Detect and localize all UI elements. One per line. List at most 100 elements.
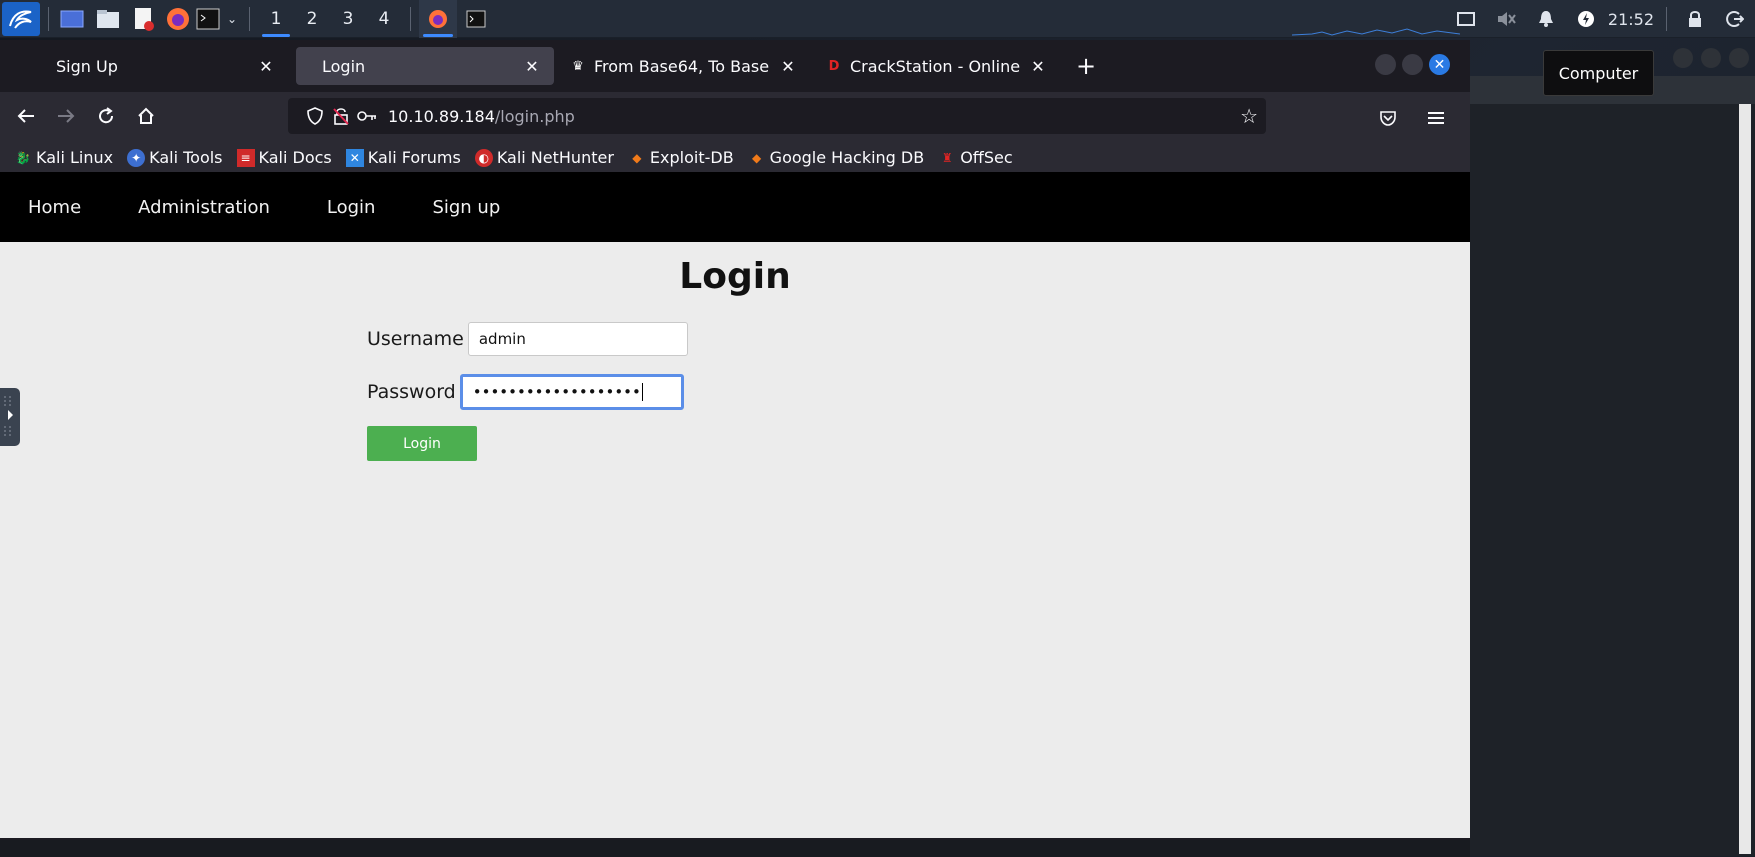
bookmark-kali-docs[interactable]: ≡ Kali Docs — [236, 148, 332, 167]
bookmarks-toolbar: 🐉 Kali Linux ✦ Kali Tools ≡ Kali Docs ✕ Kali… — [0, 140, 1470, 176]
nav-link-sign-up[interactable]: Sign up — [414, 197, 518, 218]
insecure-lock-icon[interactable] — [328, 107, 354, 125]
background-window-controls — [1673, 48, 1749, 68]
display-icon[interactable] — [1446, 12, 1486, 26]
lock-icon[interactable] — [1675, 10, 1715, 28]
minimize-button[interactable] — [1375, 54, 1396, 75]
password-input[interactable]: ••••••••••••••••••• — [459, 374, 684, 410]
scrollbar[interactable] — [1739, 104, 1751, 854]
text-editor-icon[interactable] — [129, 0, 159, 38]
home-button[interactable] — [126, 96, 166, 136]
bookmark-google-hacking-db[interactable]: ◆ Google Hacking DB — [748, 148, 925, 167]
volume-muted-icon[interactable] — [1486, 10, 1526, 28]
bookmark-label: Kali Docs — [258, 148, 332, 167]
kali-menu-icon[interactable] — [2, 1, 40, 36]
close-icon[interactable]: ✕ — [778, 57, 798, 76]
close-icon[interactable]: ✕ — [1028, 57, 1048, 76]
nav-link-login[interactable]: Login — [309, 197, 394, 218]
close-icon[interactable]: ✕ — [522, 57, 542, 76]
bookmark-offsec[interactable]: ♜ OffSec — [938, 148, 1013, 167]
password-value: ••••••••••••••••••• — [472, 383, 641, 401]
hamburger-menu-icon[interactable] — [1416, 98, 1456, 138]
workspace-1[interactable]: 1 — [258, 0, 294, 38]
power-manager-icon[interactable] — [1566, 10, 1606, 28]
logout-icon[interactable] — [1715, 10, 1755, 28]
username-label: Username — [367, 328, 464, 350]
bookmark-kali-forums[interactable]: ✕ Kali Forums — [345, 148, 461, 167]
login-button[interactable]: Login — [367, 426, 477, 461]
tab-title: Sign Up — [56, 56, 118, 76]
chevron-down-icon[interactable]: ⌄ — [223, 0, 241, 38]
url-bar[interactable]: 10.10.89.184/login.php ☆ — [288, 98, 1266, 134]
text-cursor — [641, 383, 643, 401]
bottom-strip — [0, 840, 1470, 857]
kali-docs-icon: ≡ — [236, 148, 255, 167]
taskbar-terminal[interactable] — [457, 0, 495, 38]
bookmark-kali-nethunter[interactable]: ◐ Kali NetHunter — [474, 148, 614, 167]
close-icon[interactable]: ✕ — [256, 57, 276, 76]
show-desktop-icon[interactable] — [57, 0, 87, 38]
tab-title: CrackStation - Online Password — [850, 56, 1020, 76]
new-tab-button[interactable]: + — [1068, 48, 1104, 84]
page-title: Login — [679, 256, 791, 297]
bookmark-label: OffSec — [960, 148, 1013, 167]
maximize-button[interactable] — [1402, 54, 1423, 75]
bookmark-star-icon[interactable]: ☆ — [1240, 104, 1258, 128]
bookmark-label: Kali Tools — [149, 148, 223, 167]
kali-forums-icon: ✕ — [345, 148, 364, 167]
username-input[interactable]: admin — [467, 322, 688, 356]
workspace-3[interactable]: 3 — [330, 0, 366, 38]
firefox-launcher-icon[interactable] — [163, 0, 193, 38]
bookmark-exploit-db[interactable]: ◆ Exploit-DB — [628, 148, 734, 167]
top-panel: ⌄ 1 2 3 4 21:52 — [0, 0, 1755, 38]
bookmark-label: Kali Forums — [367, 148, 461, 167]
tab-sign-up[interactable]: Sign Up ✕ — [30, 47, 288, 85]
side-panel-handle[interactable] — [0, 388, 20, 446]
crackstation-icon: D — [828, 58, 840, 74]
tab-base64[interactable]: ♛ From Base64, To Base64 ✕ — [554, 47, 810, 85]
notification-bell-icon[interactable] — [1526, 10, 1566, 28]
offsec-icon: ♜ — [941, 150, 953, 165]
firefox-icon — [429, 9, 447, 28]
pocket-icon[interactable] — [1368, 98, 1408, 138]
clock[interactable]: 21:52 — [1606, 10, 1666, 29]
terminal-icon — [466, 10, 486, 27]
shield-icon[interactable] — [302, 107, 328, 125]
login-form: Username admin Password ••••••••••••••••… — [367, 320, 688, 461]
url-path: /login.php — [494, 106, 575, 126]
tab-crackstation[interactable]: D CrackStation - Online Password ✕ — [810, 47, 1060, 85]
bookmark-label: Google Hacking DB — [769, 148, 925, 167]
kali-dragon-icon: 🐉 — [15, 150, 31, 165]
network-graph — [1292, 28, 1460, 36]
bookmark-kali-linux[interactable]: 🐉 Kali Linux — [14, 148, 114, 167]
workspace-4[interactable]: 4 — [366, 0, 402, 38]
bookmark-label: Kali NetHunter — [496, 148, 614, 167]
kali-nethunter-icon: ◐ — [474, 148, 493, 167]
url-host: 10.10.89.184 — [388, 106, 495, 126]
chef-hat-icon: ♛ — [572, 58, 584, 74]
forward-button[interactable] — [46, 96, 86, 136]
key-icon[interactable] — [354, 110, 380, 122]
bookmark-kali-tools[interactable]: ✦ Kali Tools — [127, 148, 223, 167]
kali-tools-icon: ✦ — [127, 148, 146, 167]
tab-bar: Sign Up ✕ Login ✕ ♛ From Base64, To Base… — [0, 40, 1470, 92]
nav-link-administration[interactable]: Administration — [120, 197, 288, 218]
bookmark-label: Exploit-DB — [649, 148, 734, 167]
tab-login[interactable]: Login ✕ — [296, 47, 554, 85]
file-manager-icon[interactable] — [93, 0, 123, 38]
reload-button[interactable] — [86, 96, 126, 136]
nav-link-home[interactable]: Home — [10, 197, 99, 218]
workspace-2[interactable]: 2 — [294, 0, 330, 38]
close-window-button[interactable]: ✕ — [1429, 54, 1450, 75]
taskbar-firefox[interactable] — [419, 0, 457, 38]
tab-title: Login — [322, 56, 366, 76]
background-window — [1470, 76, 1755, 856]
terminal-launcher-icon[interactable] — [193, 0, 223, 38]
bookmark-label: Kali Linux — [36, 148, 114, 167]
site-navigation: Home Administration Login Sign up — [0, 172, 1470, 242]
tooltip: Computer — [1543, 50, 1654, 96]
password-label: Password — [367, 381, 456, 403]
exploit-db-icon: ◆ — [632, 150, 642, 165]
ghdb-icon: ◆ — [752, 150, 762, 165]
back-button[interactable] — [6, 96, 46, 136]
